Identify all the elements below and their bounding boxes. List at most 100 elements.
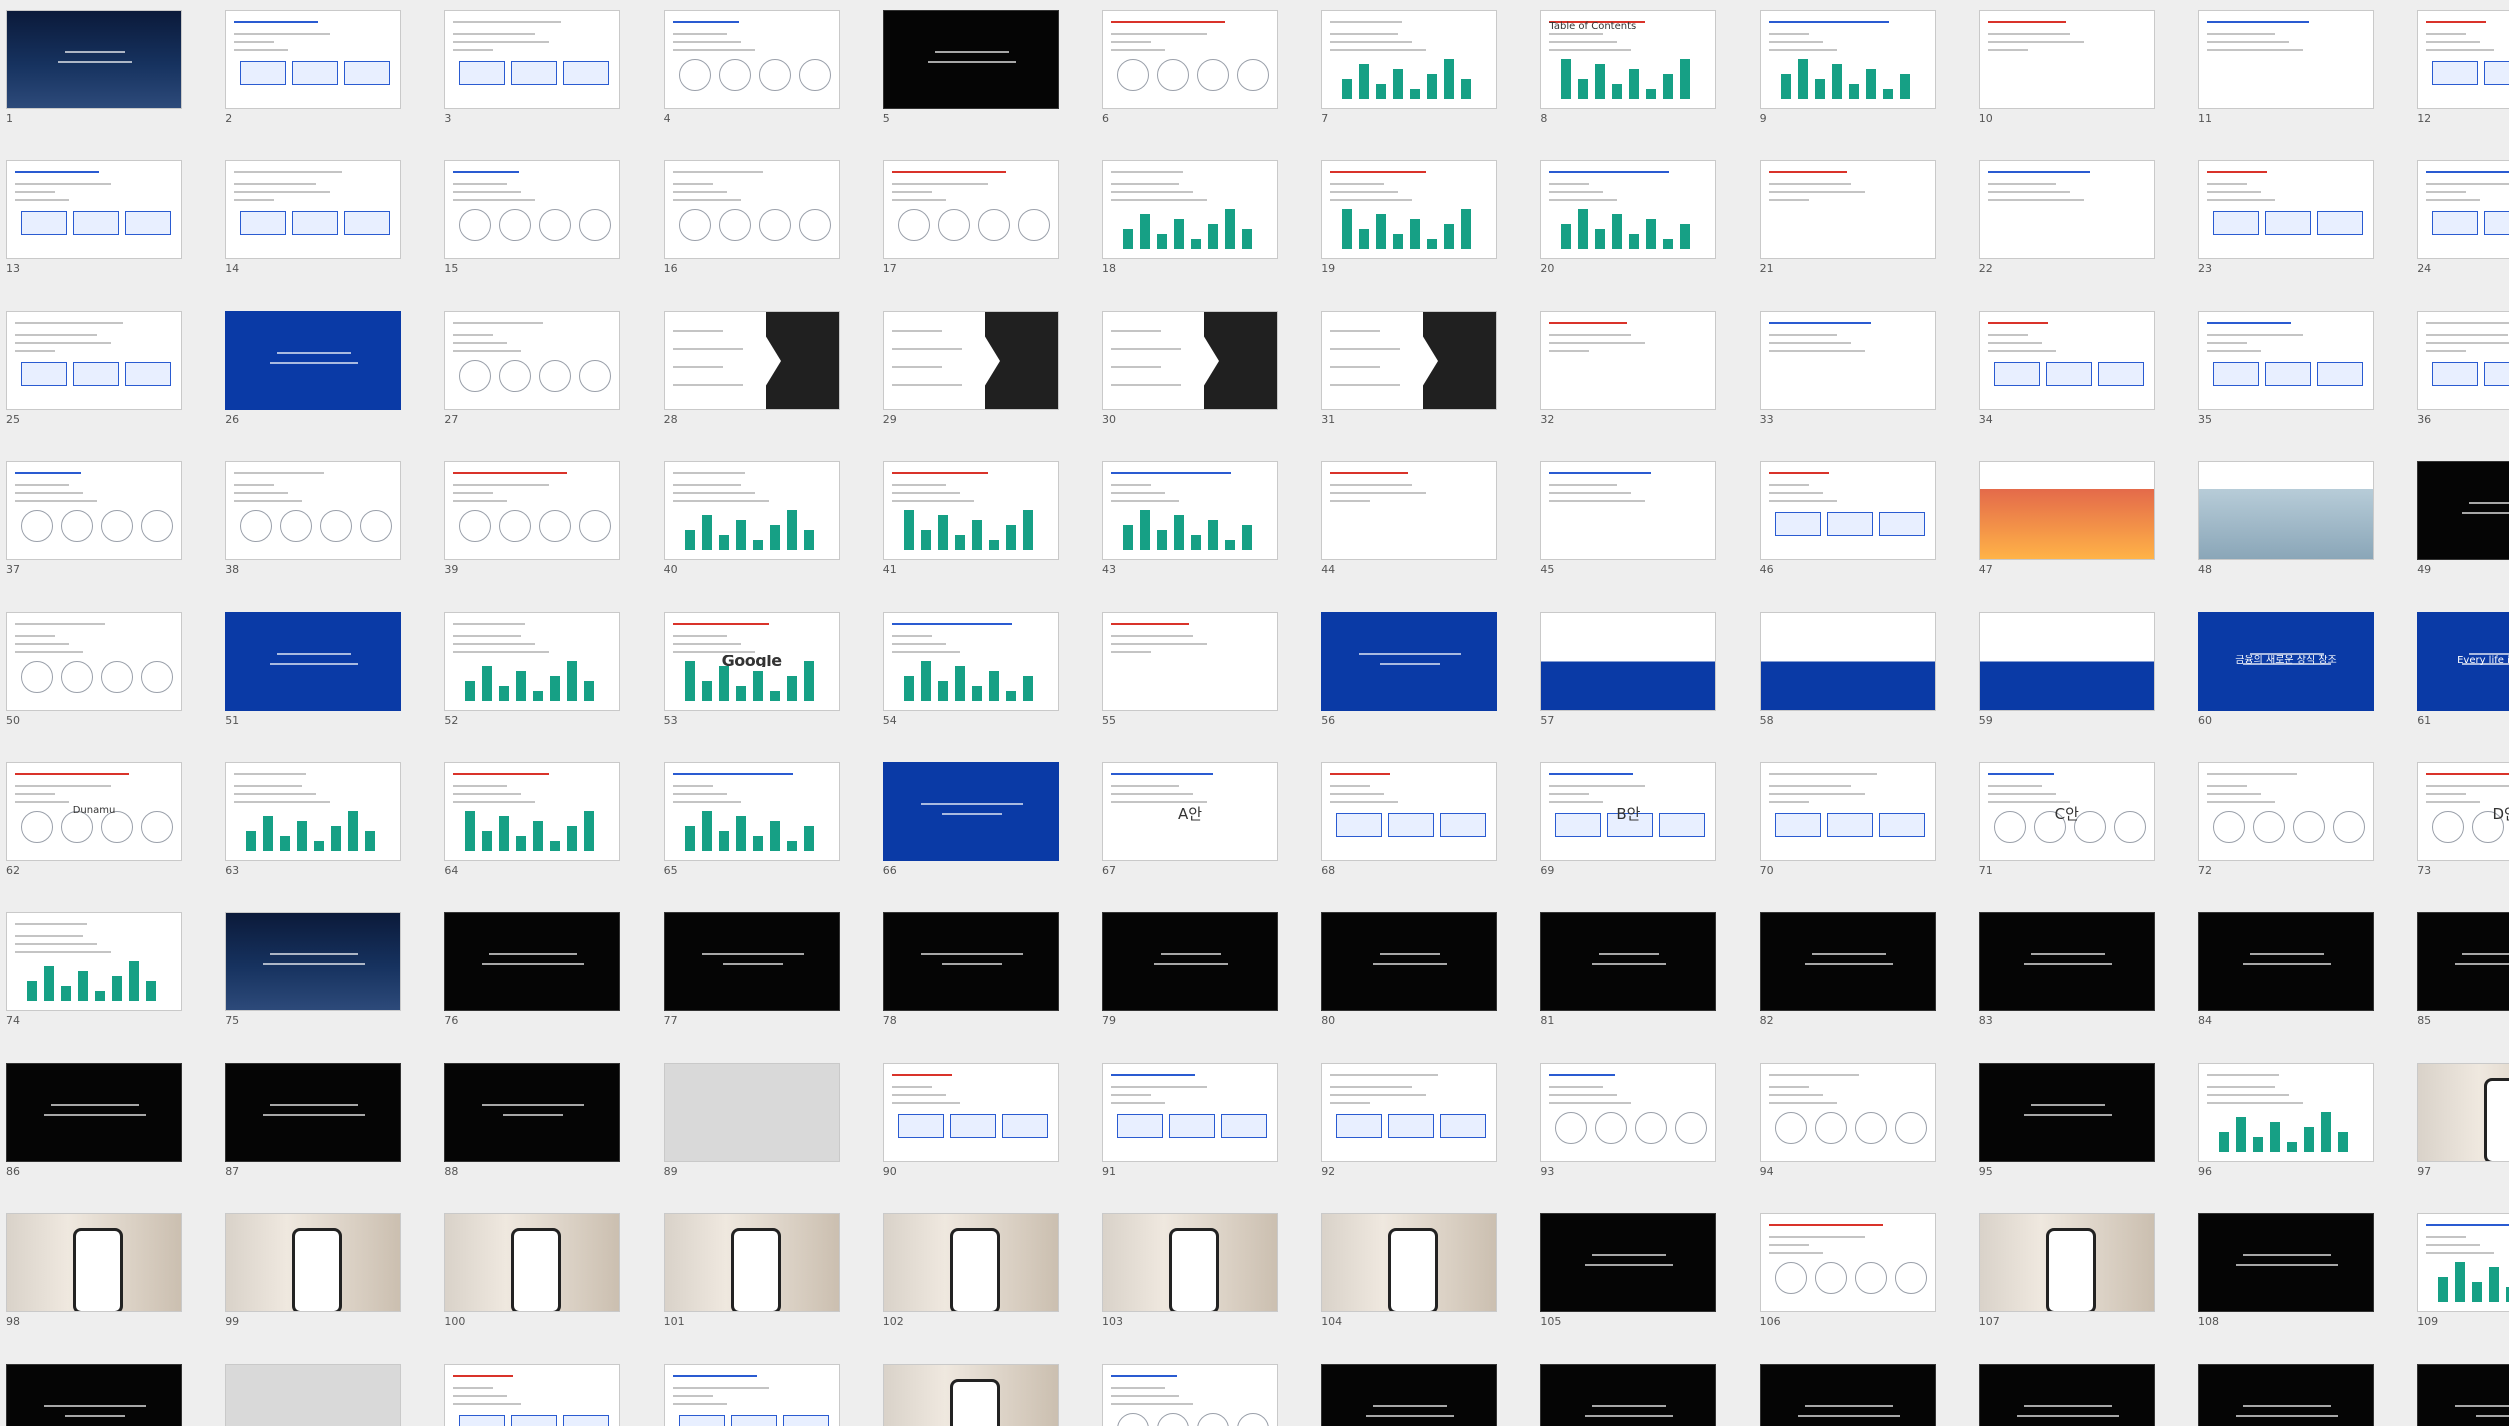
slide-thumbnail[interactable] bbox=[2198, 1363, 2374, 1426]
slide-thumbnail[interactable] bbox=[1540, 461, 1717, 561]
slide-thumbnail[interactable] bbox=[1102, 912, 1278, 1012]
slide-thumbnail[interactable] bbox=[1540, 1363, 1717, 1426]
slide-thumbnail[interactable] bbox=[1102, 160, 1278, 260]
slide-thumbnail[interactable]: Every life investme bbox=[2417, 611, 2509, 711]
slide-thumbnail[interactable] bbox=[1759, 1062, 1936, 1162]
slide-thumbnail[interactable] bbox=[6, 310, 182, 410]
slide-thumbnail[interactable] bbox=[2417, 310, 2509, 410]
slide-thumbnail[interactable] bbox=[225, 912, 402, 1012]
slide-thumbnail[interactable] bbox=[2198, 310, 2374, 410]
slide-thumbnail[interactable] bbox=[444, 762, 621, 861]
slide-thumbnail[interactable] bbox=[1321, 912, 1498, 1012]
slide-thumbnail[interactable] bbox=[2198, 1213, 2374, 1313]
slide-thumbnail[interactable] bbox=[663, 310, 840, 410]
slide-thumbnail[interactable] bbox=[444, 10, 621, 109]
slide-thumbnail[interactable] bbox=[2417, 1062, 2509, 1162]
slide-thumbnail[interactable] bbox=[1978, 611, 2155, 711]
slide-thumbnail[interactable] bbox=[1540, 160, 1717, 260]
slide-thumbnail[interactable] bbox=[2417, 160, 2509, 260]
slide-thumbnail[interactable] bbox=[882, 762, 1059, 861]
slide-thumbnail[interactable] bbox=[882, 1363, 1059, 1426]
slide-thumbnail[interactable] bbox=[663, 912, 840, 1012]
slide-thumbnail[interactable]: Table of Contents bbox=[1540, 10, 1717, 109]
slide-thumbnail[interactable] bbox=[1321, 762, 1498, 861]
slide-thumbnail[interactable] bbox=[882, 310, 1059, 410]
slide-thumbnail[interactable] bbox=[6, 10, 182, 109]
slide-thumbnail[interactable] bbox=[6, 1062, 182, 1162]
slide-thumbnail[interactable] bbox=[444, 1363, 621, 1426]
slide-thumbnail[interactable] bbox=[1102, 10, 1278, 109]
slide-thumbnail[interactable] bbox=[663, 10, 840, 109]
slide-thumbnail[interactable] bbox=[1321, 160, 1498, 260]
slide-thumbnail[interactable] bbox=[663, 762, 840, 861]
slide-thumbnail[interactable]: Google bbox=[663, 611, 840, 711]
slide-thumbnail[interactable] bbox=[1978, 1213, 2155, 1313]
slide-thumbnail[interactable]: A안 bbox=[1102, 762, 1278, 861]
slide-thumbnail[interactable] bbox=[444, 1213, 621, 1313]
slide-thumbnail[interactable] bbox=[6, 611, 182, 711]
slide-thumbnail[interactable] bbox=[2198, 912, 2374, 1012]
slide-thumbnail[interactable] bbox=[444, 611, 621, 711]
slide-thumbnail[interactable] bbox=[2198, 762, 2374, 861]
slide-thumbnail[interactable] bbox=[1321, 611, 1498, 711]
slide-thumbnail[interactable] bbox=[444, 912, 621, 1012]
slide-thumbnail[interactable] bbox=[1540, 310, 1717, 410]
slide-thumbnail[interactable] bbox=[1321, 310, 1498, 410]
slide-thumbnail[interactable] bbox=[225, 310, 402, 410]
slide-thumbnail[interactable] bbox=[882, 10, 1059, 109]
slide-thumbnail[interactable] bbox=[2198, 10, 2374, 109]
slide-thumbnail[interactable] bbox=[1759, 611, 1936, 711]
slide-thumbnail[interactable] bbox=[882, 611, 1059, 711]
slide-thumbnail[interactable]: C안 bbox=[1978, 762, 2155, 861]
slide-thumbnail[interactable] bbox=[1759, 1213, 1936, 1313]
slide-thumbnail[interactable] bbox=[2417, 912, 2509, 1012]
slide-thumbnail[interactable] bbox=[225, 461, 402, 561]
slide-thumbnail[interactable] bbox=[1978, 912, 2155, 1012]
slide-thumbnail[interactable] bbox=[663, 1363, 840, 1426]
slide-thumbnail[interactable] bbox=[1321, 1213, 1498, 1313]
slide-thumbnail[interactable] bbox=[6, 461, 182, 561]
slide-thumbnail[interactable] bbox=[882, 461, 1059, 561]
slide-thumbnail[interactable] bbox=[1540, 1062, 1717, 1162]
slide-thumbnail[interactable] bbox=[225, 1213, 402, 1313]
slide-thumbnail[interactable] bbox=[882, 1213, 1059, 1313]
slide-thumbnail[interactable] bbox=[1759, 912, 1936, 1012]
slide-thumbnail[interactable] bbox=[225, 611, 402, 711]
slide-thumbnail[interactable]: 금융의 새로운 상식 창조 bbox=[2198, 611, 2374, 711]
slide-thumbnail[interactable] bbox=[882, 160, 1059, 260]
slide-thumbnail[interactable] bbox=[6, 160, 182, 260]
slide-thumbnail[interactable] bbox=[1759, 160, 1936, 260]
slide-thumbnail[interactable] bbox=[2417, 10, 2509, 109]
slide-thumbnail[interactable] bbox=[1978, 1363, 2155, 1426]
slide-thumbnail[interactable] bbox=[1102, 461, 1278, 561]
slide-thumbnail[interactable] bbox=[1978, 310, 2155, 410]
slide-thumbnail[interactable] bbox=[1978, 461, 2155, 561]
slide-thumbnail[interactable] bbox=[225, 1062, 402, 1162]
slide-thumbnail[interactable] bbox=[1759, 461, 1936, 561]
slide-thumbnail[interactable] bbox=[663, 1062, 840, 1162]
slide-thumbnail[interactable] bbox=[1540, 611, 1717, 711]
slide-thumbnail[interactable]: B안 bbox=[1540, 762, 1717, 861]
slide-thumbnail[interactable] bbox=[663, 160, 840, 260]
slide-thumbnail[interactable] bbox=[1759, 10, 1936, 109]
slide-thumbnail[interactable] bbox=[444, 160, 621, 260]
slide-thumbnail[interactable] bbox=[882, 912, 1059, 1012]
slide-thumbnail[interactable] bbox=[2198, 1062, 2374, 1162]
slide-thumbnail[interactable] bbox=[1102, 310, 1278, 410]
slide-thumbnail[interactable] bbox=[882, 1062, 1059, 1162]
slide-thumbnail[interactable] bbox=[1321, 1363, 1498, 1426]
slide-thumbnail[interactable] bbox=[1978, 1062, 2155, 1162]
slide-thumbnail[interactable] bbox=[1759, 762, 1936, 861]
slide-thumbnail[interactable] bbox=[1978, 10, 2155, 109]
slide-thumbnail[interactable] bbox=[225, 160, 402, 260]
slide-thumbnail[interactable] bbox=[1759, 1363, 1936, 1426]
slide-thumbnail[interactable] bbox=[1102, 1062, 1278, 1162]
slide-thumbnail[interactable] bbox=[1540, 912, 1717, 1012]
slide-thumbnail[interactable] bbox=[1759, 310, 1936, 410]
slide-thumbnail[interactable] bbox=[1102, 611, 1278, 711]
slide-thumbnail[interactable] bbox=[1321, 1062, 1498, 1162]
slide-thumbnail[interactable] bbox=[6, 912, 182, 1012]
slide-thumbnail[interactable] bbox=[2417, 1213, 2509, 1313]
slide-thumbnail[interactable] bbox=[2417, 1363, 2509, 1426]
slide-thumbnail[interactable] bbox=[6, 1363, 182, 1426]
